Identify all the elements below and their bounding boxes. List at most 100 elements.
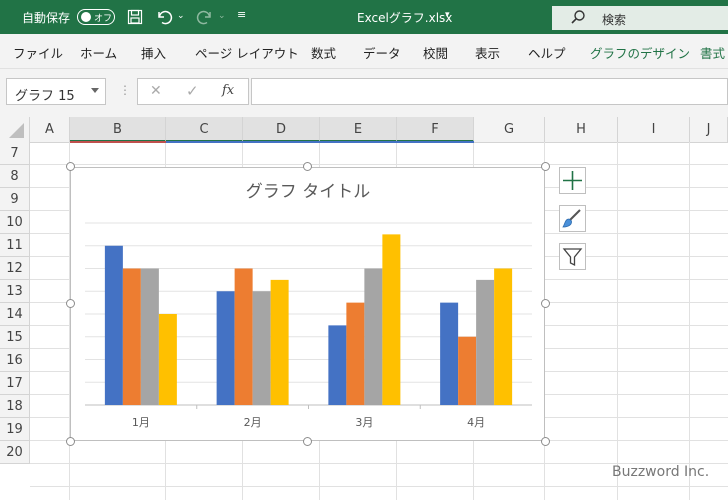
select-all-corner[interactable]: [0, 117, 30, 142]
resize-handle-top-left[interactable]: [66, 162, 75, 171]
bar[interactable]: [158, 314, 177, 405]
resize-handle-top-right[interactable]: [541, 162, 550, 171]
autosave-toggle[interactable]: オフ: [77, 9, 115, 25]
tab-help[interactable]: ヘルプ: [528, 43, 566, 62]
row-header-14[interactable]: 14: [0, 303, 30, 326]
row-header-7[interactable]: 7: [0, 142, 30, 165]
resize-handle-bottom-left[interactable]: [66, 437, 75, 446]
column-header-e[interactable]: E: [320, 117, 397, 142]
category-label[interactable]: 2月: [244, 416, 262, 429]
resize-handle-left[interactable]: [66, 299, 75, 308]
data-range-highlight-series: [166, 141, 474, 143]
resize-handle-top[interactable]: [303, 162, 312, 171]
tab-insert[interactable]: 挿入: [141, 43, 166, 62]
insert-function-icon[interactable]: fx: [222, 83, 234, 98]
resize-handle-bottom[interactable]: [303, 437, 312, 446]
bar[interactable]: [382, 234, 401, 405]
undo-dropdown-icon[interactable]: ⌄: [177, 11, 185, 21]
category-label[interactable]: 4月: [467, 416, 485, 429]
column-header-j[interactable]: J: [690, 117, 728, 142]
tab-chart-design[interactable]: グラフのデザイン: [590, 43, 690, 62]
formula-input[interactable]: [251, 78, 728, 105]
autosave-label: 自動保存: [22, 11, 71, 25]
enter-icon[interactable]: ✓: [186, 82, 199, 100]
row-header-10[interactable]: 10: [0, 211, 30, 234]
tab-formulas[interactable]: 数式: [311, 43, 336, 62]
row-header-17[interactable]: 17: [0, 372, 30, 395]
bar[interactable]: [440, 302, 459, 405]
tab-view[interactable]: 表示: [475, 43, 500, 62]
row-header-20[interactable]: 20: [0, 441, 30, 464]
formula-buttons: ✕ ✓ fx: [137, 78, 249, 105]
chart-title[interactable]: グラフ タイトル: [246, 182, 370, 202]
column-header-b[interactable]: B: [70, 117, 166, 142]
file-name-dropdown-icon[interactable]: ▾: [445, 10, 450, 20]
search-icon: [571, 10, 585, 24]
autosave-state: オフ: [94, 14, 113, 24]
redo-icon[interactable]: [196, 8, 214, 26]
bar[interactable]: [476, 279, 495, 405]
bar[interactable]: [346, 302, 365, 405]
tab-data[interactable]: データ: [363, 43, 401, 62]
tab-review[interactable]: 校閲: [423, 43, 448, 62]
save-icon[interactable]: [127, 9, 143, 25]
redo-dropdown-icon[interactable]: ⌄: [218, 11, 226, 21]
column-header-h[interactable]: H: [545, 117, 618, 142]
tab-page-layout[interactable]: ページ レイアウト: [195, 43, 299, 62]
bar[interactable]: [140, 268, 159, 406]
bar[interactable]: [494, 268, 513, 406]
chart-filters-button[interactable]: [559, 243, 586, 270]
column-header-d[interactable]: D: [243, 117, 320, 142]
category-label[interactable]: 3月: [355, 416, 373, 429]
column-header-f[interactable]: F: [397, 117, 474, 142]
chart-area[interactable]: グラフ タイトル 1月 2月 3月 4月: [70, 167, 545, 441]
chart-styles-button[interactable]: [559, 205, 586, 232]
ribbon-tabs: ファイル ホーム 挿入 ページ レイアウト 数式 データ 校閲 表示 ヘルプ グ…: [0, 34, 728, 69]
tab-file[interactable]: ファイル: [13, 43, 63, 62]
formula-bar-grip-icon: ⋮: [119, 83, 131, 97]
chart-elements-button[interactable]: [559, 167, 586, 194]
bar[interactable]: [216, 291, 235, 405]
tab-home[interactable]: ホーム: [80, 43, 117, 62]
bar[interactable]: [328, 325, 347, 405]
row-header-16[interactable]: 16: [0, 349, 30, 372]
name-box-dropdown-icon[interactable]: [91, 88, 99, 93]
resize-handle-bottom-right[interactable]: [541, 437, 550, 446]
row-header-15[interactable]: 15: [0, 326, 30, 349]
formula-bar: グラフ 15 ⋮ ✕ ✓ fx: [0, 69, 728, 117]
data-range-highlight: [70, 141, 166, 143]
tab-format[interactable]: 書式: [700, 43, 725, 62]
name-box-value: グラフ 15: [15, 89, 75, 104]
bar[interactable]: [104, 245, 123, 405]
bar[interactable]: [270, 279, 289, 405]
name-box[interactable]: グラフ 15: [6, 78, 106, 105]
row-header-19[interactable]: 19: [0, 418, 30, 441]
search-placeholder: 検索: [602, 13, 627, 27]
bar[interactable]: [458, 336, 477, 405]
column-header-i[interactable]: I: [618, 117, 690, 142]
row-header-12[interactable]: 12: [0, 257, 30, 280]
row-header-11[interactable]: 11: [0, 234, 30, 257]
title-bar: 自動保存 オフ ⌄ ⌄ ≡ Excelグラフ.xlsx ▾ 検索: [0, 0, 728, 34]
cancel-icon[interactable]: ✕: [150, 83, 162, 99]
bar-chart[interactable]: グラフ タイトル 1月 2月 3月 4月: [71, 168, 544, 440]
category-labels: 1月 2月 3月 4月: [132, 416, 485, 429]
customize-toolbar-icon[interactable]: ≡: [237, 8, 246, 21]
row-header-18[interactable]: 18: [0, 395, 30, 418]
category-label[interactable]: 1月: [132, 416, 150, 429]
undo-icon[interactable]: [155, 8, 173, 26]
column-header-g[interactable]: G: [474, 117, 545, 142]
row-header-8[interactable]: 8: [0, 165, 30, 188]
column-header-a[interactable]: A: [30, 117, 70, 142]
row-header-13[interactable]: 13: [0, 280, 30, 303]
column-header-c[interactable]: C: [166, 117, 243, 142]
bar[interactable]: [364, 268, 383, 406]
resize-handle-right[interactable]: [541, 299, 550, 308]
search-box[interactable]: 検索: [552, 6, 728, 30]
file-name: Excelグラフ.xlsx: [357, 11, 453, 25]
bar[interactable]: [122, 268, 141, 406]
bar[interactable]: [252, 291, 271, 405]
row-header-9[interactable]: 9: [0, 188, 30, 211]
paintbrush-icon: [562, 209, 581, 228]
bar[interactable]: [234, 268, 253, 406]
